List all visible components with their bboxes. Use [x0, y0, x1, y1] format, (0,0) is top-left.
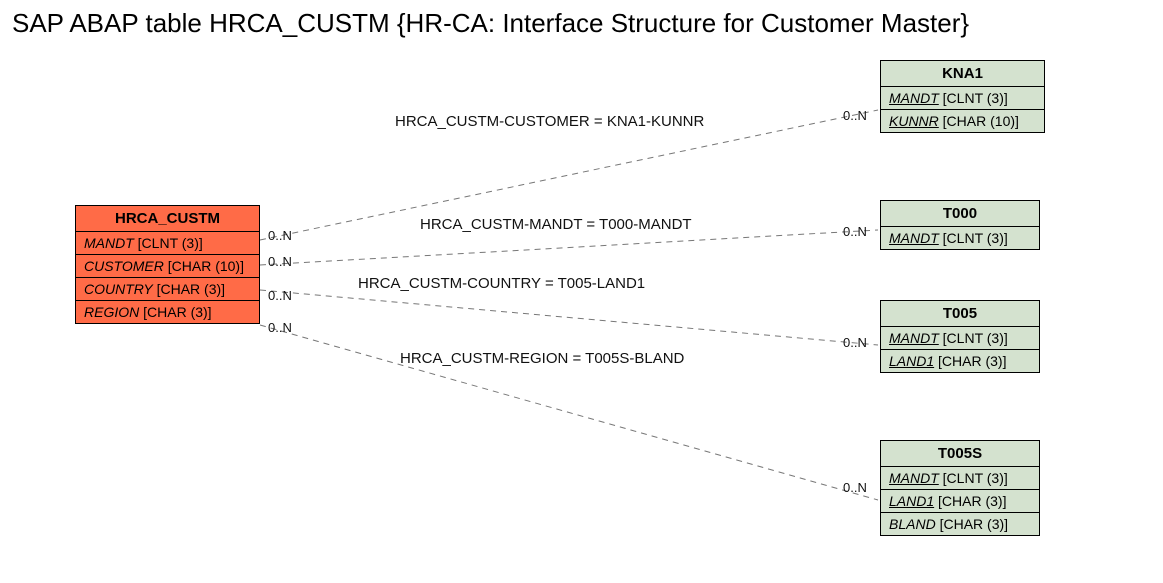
entity-t000: T000 MANDT [CLNT (3)]: [880, 200, 1040, 250]
field-row: MANDT [CLNT (3)]: [76, 232, 259, 255]
cardinality: 0..N: [843, 108, 867, 123]
entity-header: T000: [881, 201, 1039, 227]
relation-label: HRCA_CUSTM-REGION = T005S-BLAND: [400, 350, 684, 367]
field-row: LAND1 [CHAR (3)]: [881, 490, 1039, 513]
field-row: REGION [CHAR (3)]: [76, 301, 259, 323]
field-row: CUSTOMER [CHAR (10)]: [76, 255, 259, 278]
cardinality: 0..N: [268, 228, 292, 243]
field-row: LAND1 [CHAR (3)]: [881, 350, 1039, 372]
page-title: SAP ABAP table HRCA_CUSTM {HR-CA: Interf…: [12, 8, 969, 39]
entity-t005: T005 MANDT [CLNT (3)] LAND1 [CHAR (3)]: [880, 300, 1040, 373]
relation-label: HRCA_CUSTM-CUSTOMER = KNA1-KUNNR: [395, 113, 704, 130]
cardinality: 0..N: [843, 224, 867, 239]
cardinality: 0..N: [268, 254, 292, 269]
field-row: MANDT [CLNT (3)]: [881, 87, 1044, 110]
field-row: BLAND [CHAR (3)]: [881, 513, 1039, 535]
entity-kna1: KNA1 MANDT [CLNT (3)] KUNNR [CHAR (10)]: [880, 60, 1045, 133]
field-row: MANDT [CLNT (3)]: [881, 227, 1039, 249]
cardinality: 0..N: [268, 288, 292, 303]
field-row: MANDT [CLNT (3)]: [881, 467, 1039, 490]
field-row: KUNNR [CHAR (10)]: [881, 110, 1044, 132]
cardinality: 0..N: [268, 320, 292, 335]
entity-hrca-custm: HRCA_CUSTM MANDT [CLNT (3)] CUSTOMER [CH…: [75, 205, 260, 324]
relation-label: HRCA_CUSTM-MANDT = T000-MANDT: [420, 216, 692, 233]
entity-t005s: T005S MANDT [CLNT (3)] LAND1 [CHAR (3)] …: [880, 440, 1040, 536]
entity-header: HRCA_CUSTM: [76, 206, 259, 232]
field-row: MANDT [CLNT (3)]: [881, 327, 1039, 350]
cardinality: 0..N: [843, 480, 867, 495]
entity-header: KNA1: [881, 61, 1044, 87]
entity-header: T005S: [881, 441, 1039, 467]
entity-header: T005: [881, 301, 1039, 327]
cardinality: 0..N: [843, 335, 867, 350]
field-row: COUNTRY [CHAR (3)]: [76, 278, 259, 301]
relation-label: HRCA_CUSTM-COUNTRY = T005-LAND1: [358, 275, 645, 292]
